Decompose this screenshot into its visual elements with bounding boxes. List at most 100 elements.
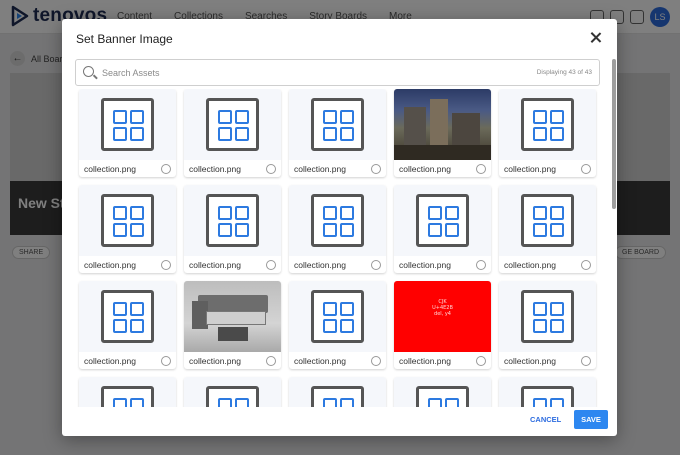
asset-card[interactable]: collection.png bbox=[394, 185, 491, 273]
asset-thumbnail bbox=[79, 89, 176, 160]
collection-grid-icon bbox=[311, 194, 364, 247]
asset-filename: collection.png bbox=[399, 164, 451, 174]
asset-thumbnail bbox=[394, 377, 491, 407]
asset-filename: collection.png bbox=[84, 260, 136, 270]
collection-grid-icon bbox=[206, 194, 259, 247]
asset-thumbnail bbox=[184, 377, 281, 407]
asset-card[interactable]: collection.png bbox=[184, 89, 281, 177]
asset-card[interactable] bbox=[289, 377, 386, 407]
asset-select-radio[interactable] bbox=[581, 260, 591, 270]
collection-grid-icon bbox=[416, 194, 469, 247]
collection-grid-icon bbox=[521, 290, 574, 343]
asset-grid: collection.png collection.png collection.p… bbox=[79, 89, 596, 407]
save-button[interactable]: SAVE bbox=[574, 410, 608, 429]
asset-card[interactable] bbox=[79, 377, 176, 407]
asset-card[interactable]: CJK U+4E2B del, y4 collection.png bbox=[394, 281, 491, 369]
asset-filename: collection.png bbox=[399, 356, 451, 366]
search-input[interactable] bbox=[102, 64, 402, 82]
asset-thumbnail bbox=[79, 377, 176, 407]
asset-thumbnail bbox=[499, 185, 596, 256]
asset-card[interactable]: collection.png bbox=[499, 281, 596, 369]
asset-card[interactable]: collection.png bbox=[289, 281, 386, 369]
asset-select-radio[interactable] bbox=[161, 164, 171, 174]
asset-filename: collection.png bbox=[189, 356, 241, 366]
collection-grid-icon bbox=[521, 386, 574, 407]
search-bar: Displaying 43 of 43 bbox=[75, 59, 600, 86]
asset-filename: collection.png bbox=[504, 164, 556, 174]
red-glyph-thumbnail: CJK U+4E2B del, y4 bbox=[394, 281, 491, 352]
search-icon bbox=[83, 66, 94, 77]
asset-thumbnail bbox=[289, 377, 386, 407]
asset-card[interactable]: collection.png bbox=[184, 281, 281, 369]
set-banner-image-dialog: Set Banner Image Displaying 43 of 43 col… bbox=[62, 19, 617, 436]
asset-filename: collection.png bbox=[504, 356, 556, 366]
asset-select-radio[interactable] bbox=[581, 164, 591, 174]
asset-card[interactable]: collection.png bbox=[184, 185, 281, 273]
asset-thumbnail bbox=[79, 281, 176, 352]
asset-thumbnail bbox=[184, 89, 281, 160]
asset-filename: collection.png bbox=[84, 356, 136, 366]
collection-grid-icon bbox=[311, 386, 364, 407]
glyph-caption-line: del, y4 bbox=[434, 311, 451, 317]
asset-thumbnail bbox=[499, 89, 596, 160]
asset-card[interactable] bbox=[394, 377, 491, 407]
asset-card[interactable] bbox=[184, 377, 281, 407]
asset-select-radio[interactable] bbox=[371, 164, 381, 174]
asset-select-radio[interactable] bbox=[266, 356, 276, 366]
city-photo-thumbnail bbox=[394, 89, 491, 160]
asset-filename: collection.png bbox=[84, 164, 136, 174]
asset-filename: collection.png bbox=[294, 260, 346, 270]
asset-card[interactable]: collection.png bbox=[289, 185, 386, 273]
collection-grid-icon bbox=[101, 386, 154, 407]
collection-grid-icon bbox=[101, 194, 154, 247]
collection-grid-icon bbox=[101, 290, 154, 343]
collection-grid-icon bbox=[521, 98, 574, 151]
asset-grid-viewport[interactable]: collection.png collection.png collection.p… bbox=[75, 89, 612, 407]
glyph-caption: CJK U+4E2B del, y4 bbox=[394, 299, 491, 317]
asset-select-radio[interactable] bbox=[581, 356, 591, 366]
asset-filename: collection.png bbox=[189, 164, 241, 174]
asset-thumbnail bbox=[289, 281, 386, 352]
dialog-title: Set Banner Image bbox=[76, 32, 173, 46]
asset-filename: collection.png bbox=[504, 260, 556, 270]
asset-select-radio[interactable] bbox=[371, 260, 381, 270]
collection-grid-icon bbox=[311, 290, 364, 343]
asset-filename: collection.png bbox=[294, 356, 346, 366]
cancel-button[interactable]: CANCEL bbox=[530, 415, 561, 424]
asset-select-radio[interactable] bbox=[476, 356, 486, 366]
asset-select-radio[interactable] bbox=[476, 164, 486, 174]
asset-thumbnail bbox=[289, 185, 386, 256]
asset-thumbnail bbox=[499, 281, 596, 352]
asset-card[interactable]: collection.png bbox=[289, 89, 386, 177]
asset-thumbnail bbox=[394, 185, 491, 256]
asset-card[interactable]: collection.png bbox=[79, 185, 176, 273]
result-count: Displaying 43 of 43 bbox=[536, 69, 592, 76]
collection-grid-icon bbox=[521, 194, 574, 247]
asset-filename: collection.png bbox=[399, 260, 451, 270]
asset-thumbnail bbox=[499, 377, 596, 407]
asset-select-radio[interactable] bbox=[266, 164, 276, 174]
asset-card[interactable]: collection.png bbox=[79, 89, 176, 177]
asset-card[interactable] bbox=[499, 377, 596, 407]
asset-select-radio[interactable] bbox=[476, 260, 486, 270]
scrollbar[interactable] bbox=[612, 59, 616, 209]
close-icon[interactable] bbox=[589, 31, 603, 45]
asset-select-radio[interactable] bbox=[161, 260, 171, 270]
asset-select-radio[interactable] bbox=[161, 356, 171, 366]
collection-grid-icon bbox=[206, 98, 259, 151]
asset-thumbnail bbox=[289, 89, 386, 160]
asset-card[interactable]: collection.png bbox=[499, 185, 596, 273]
collection-grid-icon bbox=[101, 98, 154, 151]
asset-filename: collection.png bbox=[189, 260, 241, 270]
asset-select-radio[interactable] bbox=[371, 356, 381, 366]
asset-filename: collection.png bbox=[294, 164, 346, 174]
collection-grid-icon bbox=[416, 386, 469, 407]
asset-card[interactable]: collection.png bbox=[394, 89, 491, 177]
asset-thumbnail bbox=[79, 185, 176, 256]
asset-card[interactable]: collection.png bbox=[499, 89, 596, 177]
asset-select-radio[interactable] bbox=[266, 260, 276, 270]
asset-card[interactable]: collection.png bbox=[79, 281, 176, 369]
asset-thumbnail bbox=[184, 185, 281, 256]
sofa-photo-thumbnail bbox=[184, 281, 281, 352]
collection-grid-icon bbox=[311, 98, 364, 151]
